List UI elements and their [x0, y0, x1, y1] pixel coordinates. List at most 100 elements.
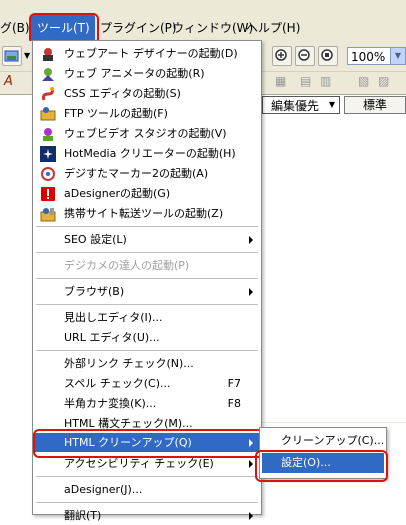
submenu-arrow-icon — [249, 439, 253, 447]
tools-menu: ウェブアート デザイナーの起動(D) ウェブ アニメータの起動(R) CSS エ… — [32, 40, 262, 522]
menubar-item-tools-label: ツール(T) — [37, 21, 90, 35]
adesigner-icon — [40, 186, 56, 202]
menu-separator — [36, 252, 258, 253]
menubar-item-window[interactable]: ウィンドウ(W) — [172, 19, 253, 37]
merge-cells-icon[interactable]: ▧ — [358, 74, 369, 88]
menu-item-label: CSS エディタの起動(S) — [64, 87, 181, 100]
chevron-down-icon: ▼ — [325, 97, 339, 113]
menu-item-label: SEO 設定(L) — [64, 233, 127, 246]
menu-item-shortcut: F8 — [227, 397, 241, 410]
menu-item-spell-check[interactable]: スペル チェック(C)... F7 — [35, 374, 259, 393]
submenu-arrow-icon — [249, 236, 253, 244]
menu-item-label: 半角カナ変換(K)... — [64, 397, 157, 410]
zoom-value: 100% — [351, 50, 386, 64]
zoom-out-icon[interactable] — [295, 46, 315, 66]
mode-select-value: 編集優先 — [271, 99, 320, 113]
menu-item-digicame-master: デジカメの達人の起動(P) — [35, 256, 259, 275]
css-editor-icon — [40, 86, 56, 102]
menu-item-label: URL エディタ(U)... — [64, 331, 160, 344]
menu-item-label: デジカメの達人の起動(P) — [64, 259, 190, 272]
editor-line — [262, 422, 406, 423]
menu-separator — [36, 350, 258, 351]
web-video-studio-icon — [40, 126, 56, 142]
menu-item-html-syntax-check[interactable]: HTML 構文チェック(M)... — [35, 414, 259, 433]
submenu-item-cleanup[interactable]: クリーンアップ(C)... — [262, 431, 384, 451]
style-select[interactable]: 標準 — [344, 96, 406, 114]
menubar-item-tools[interactable]: ツール(T) — [31, 15, 95, 41]
menu-item-label: アクセシビリティ チェック(E) — [64, 457, 214, 470]
menu-item-label: 翻訳(T) — [64, 509, 102, 522]
menu-item-external-link-check[interactable]: 外部リンク チェック(N)... — [35, 354, 259, 373]
hotmedia-icon — [40, 146, 56, 162]
menu-item-mobile-transfer[interactable]: 携帯サイト転送ツールの起動(Z) — [35, 204, 259, 223]
mode-select[interactable]: 編集優先 ▼ — [262, 96, 340, 114]
menu-item-label: aDesigner(J)... — [64, 483, 143, 496]
menu-item-label: HTML クリーンアップ(Q) — [64, 436, 192, 449]
menu-item-accessibility-check[interactable]: アクセシビリティ チェック(E) — [35, 454, 259, 473]
submenu-arrow-icon — [249, 512, 253, 520]
dropdown-arrow-icon[interactable]: ▼ — [24, 51, 30, 60]
menu-item-shortcut: F7 — [227, 377, 241, 390]
menu-item-label: FTP ツールの起動(F) — [64, 107, 168, 120]
webart-designer-icon — [40, 46, 56, 62]
digista-marker-icon — [40, 166, 56, 182]
menu-item-label: aDesignerの起動(G) — [64, 187, 171, 200]
menu-separator — [36, 278, 258, 279]
menu-separator — [36, 304, 258, 305]
menu-item-adesigner[interactable]: aDesigner(J)... — [35, 480, 259, 499]
web-animator-icon — [40, 66, 56, 82]
ftp-tool-icon — [40, 106, 56, 122]
menu-item-label: スペル チェック(C)... — [64, 377, 171, 390]
menu-item-label: ウェブ アニメータの起動(R) — [64, 67, 205, 80]
menubar: グ(B) ツール(T) プラグイン(P) ウィンドウ(W) ヘルプ(H) — [0, 0, 406, 42]
menu-item-label: HotMedia クリエーターの起動(H) — [64, 147, 236, 160]
menu-item-label: 外部リンク チェック(N)... — [64, 357, 194, 370]
menubar-item-help[interactable]: ヘルプ(H) — [246, 19, 300, 37]
menu-item-web-video-studio[interactable]: ウェブビデオ スタジオの起動(V) — [35, 124, 259, 143]
menu-item-html-cleanup[interactable]: HTML クリーンアップ(Q) — [35, 433, 259, 452]
menu-item-digista-marker[interactable]: デジすたマーカー2の起動(A) — [35, 164, 259, 183]
menu-item-url-editor[interactable]: URL エディタ(U)... — [35, 328, 259, 347]
menu-item-label: ウェブアート デザイナーの起動(D) — [64, 47, 238, 60]
menu-separator — [36, 476, 258, 477]
menu-item-hankaku-kana[interactable]: 半角カナ変換(K)... F8 — [35, 394, 259, 413]
split-cells-icon[interactable]: ▨ — [378, 74, 389, 88]
menu-item-adesigner-launch[interactable]: aDesignerの起動(G) — [35, 184, 259, 203]
menubar-item-plugins[interactable]: プラグイン(P) — [100, 19, 177, 37]
menu-item-css-editor[interactable]: CSS エディタの起動(S) — [35, 84, 259, 103]
menu-item-heading-editor[interactable]: 見出しエディタ(I)... — [35, 308, 259, 327]
menu-item-label: ウェブビデオ スタジオの起動(V) — [64, 127, 227, 140]
menu-item-hotmedia-creator[interactable]: HotMedia クリエーターの起動(H) — [35, 144, 259, 163]
menubar-item-view[interactable]: グ(B) — [0, 19, 30, 37]
menu-item-browser[interactable]: ブラウザ(B) — [35, 282, 259, 301]
zoom-in-icon[interactable] — [272, 46, 292, 66]
menu-item-web-animator[interactable]: ウェブ アニメータの起動(R) — [35, 64, 259, 83]
menu-item-seo-settings[interactable]: SEO 設定(L) — [35, 230, 259, 249]
menu-item-ftp-tool[interactable]: FTP ツールの起動(F) — [35, 104, 259, 123]
submenu-arrow-icon — [249, 460, 253, 468]
submenu-item-label: クリーンアップ(C)... — [281, 434, 385, 447]
menu-item-webart-designer[interactable]: ウェブアート デザイナーの起動(D) — [35, 44, 259, 63]
menu-item-label: デジすたマーカー2の起動(A) — [64, 167, 209, 180]
menu-separator — [36, 226, 258, 227]
zoom-combo[interactable]: 100% ▼ — [347, 47, 406, 65]
style-select-value: 標準 — [362, 98, 387, 112]
zoom-fit-icon[interactable] — [318, 46, 338, 66]
submenu-arrow-icon — [249, 288, 253, 296]
image-icon[interactable] — [2, 46, 22, 66]
chevron-down-icon: ▼ — [390, 48, 405, 64]
menu-item-label: HTML 構文チェック(M)... — [64, 417, 193, 430]
submenu-item-label: 設定(O)... — [281, 456, 331, 469]
cell-delete-icon[interactable]: ▥ — [320, 74, 331, 88]
submenu-item-settings[interactable]: 設定(O)... — [262, 453, 384, 473]
menu-item-label: 見出しエディタ(I)... — [64, 311, 163, 324]
mobile-transfer-icon — [40, 206, 56, 222]
cell-insert-icon[interactable]: ▤ — [300, 74, 311, 88]
text-style-icon[interactable]: A — [4, 74, 13, 89]
menu-separator — [36, 502, 258, 503]
menu-item-translate[interactable]: 翻訳(T) — [35, 506, 259, 525]
menu-item-label: 携帯サイト転送ツールの起動(Z) — [64, 207, 224, 220]
table-icon[interactable]: ▦ — [275, 74, 286, 88]
menu-item-label: ブラウザ(B) — [64, 285, 125, 298]
html-cleanup-submenu: クリーンアップ(C)... 設定(O)... — [259, 427, 387, 479]
